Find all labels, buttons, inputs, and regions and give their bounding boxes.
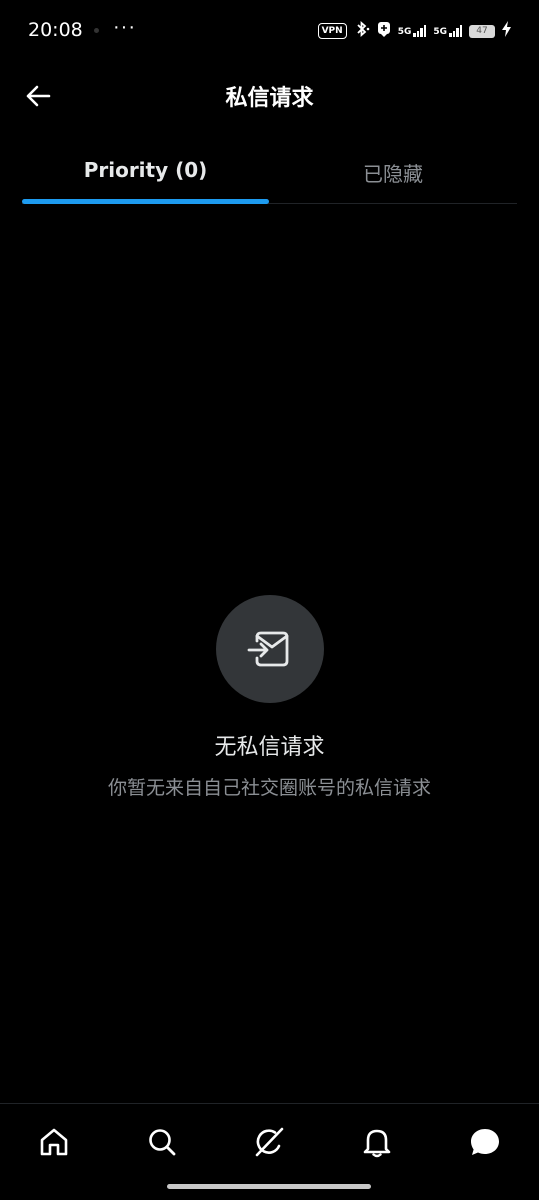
tab-priority[interactable]: Priority (0) bbox=[22, 140, 269, 204]
page-title: 私信请求 bbox=[225, 86, 314, 111]
vpn-badge: VPN bbox=[317, 23, 347, 39]
network-5g-2: 5G bbox=[433, 25, 462, 37]
nav-grok[interactable] bbox=[242, 1115, 296, 1169]
empty-state-description: 你暂无来自自己社交圈账号的私信请求 bbox=[107, 777, 431, 799]
home-icon bbox=[40, 1128, 68, 1155]
tab-hidden-label: 已隐藏 bbox=[363, 162, 423, 186]
signal-bars-icon bbox=[413, 25, 427, 37]
message-icon bbox=[471, 1128, 500, 1155]
network-5g-label: 5G bbox=[433, 27, 447, 37]
grok-icon bbox=[256, 1127, 284, 1156]
status-bar: 20:08 ··· VPN 5G 5G 47 bbox=[0, 0, 539, 60]
status-time: 20:08 bbox=[28, 19, 83, 41]
status-more-icon: ··· bbox=[113, 16, 136, 38]
bluetooth-icon bbox=[354, 20, 370, 42]
nav-messages[interactable] bbox=[458, 1115, 512, 1169]
status-icons: VPN 5G 5G 47 bbox=[317, 20, 511, 42]
nav-search[interactable] bbox=[135, 1115, 189, 1169]
network-5g-1: 5G bbox=[398, 25, 427, 37]
search-icon bbox=[148, 1128, 176, 1155]
message-request-icon bbox=[215, 595, 324, 703]
nav-home[interactable] bbox=[27, 1115, 81, 1169]
network-5g-label: 5G bbox=[397, 27, 412, 37]
empty-state: 无私信请求 你暂无来自自己社交圈账号的私信请求 bbox=[0, 595, 539, 800]
status-dot bbox=[94, 28, 99, 33]
nav-notifications[interactable] bbox=[350, 1115, 404, 1169]
notification-app-icon bbox=[377, 21, 391, 42]
home-indicator[interactable] bbox=[167, 1184, 371, 1189]
tab-bar: Priority (0) 已隐藏 bbox=[22, 140, 517, 204]
bottom-nav bbox=[0, 1103, 539, 1179]
charging-icon bbox=[502, 20, 511, 42]
tab-hidden[interactable]: 已隐藏 bbox=[269, 140, 517, 203]
signal-bars-icon bbox=[449, 25, 462, 37]
empty-state-title: 无私信请求 bbox=[214, 735, 325, 760]
battery-icon: 47 bbox=[469, 24, 495, 38]
tab-priority-label: Priority (0) bbox=[83, 158, 208, 182]
tab-active-indicator bbox=[22, 199, 269, 204]
header: 私信请求 bbox=[0, 66, 539, 126]
bell-icon bbox=[363, 1129, 391, 1157]
